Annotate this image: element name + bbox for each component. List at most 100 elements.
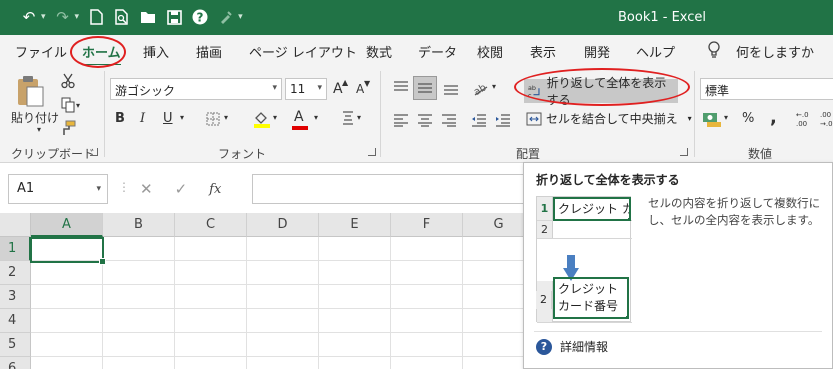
chevron-down-icon[interactable]: ▾: [272, 83, 277, 93]
increase-indent-icon[interactable]: [494, 111, 512, 129]
increase-decimal-icon[interactable]: ←.0.00: [794, 109, 816, 129]
font-size-value: 11: [290, 82, 306, 96]
quick-access-toolbar: ↶ ▾ ↷ ▾ ? ▾: [20, 8, 243, 26]
row-header-1[interactable]: 1: [0, 237, 31, 261]
fill-color-dropdown-icon[interactable]: ▾: [273, 113, 277, 122]
help-icon[interactable]: ?: [191, 8, 209, 26]
align-top-icon[interactable]: [392, 79, 410, 97]
tell-me-search[interactable]: 何をしますか: [736, 42, 814, 61]
redo-icon[interactable]: ↷: [54, 8, 72, 26]
fill-color-icon[interactable]: [252, 109, 272, 129]
paste-icon[interactable]: [14, 73, 46, 109]
font-size-box[interactable]: 11 ▾: [285, 78, 327, 100]
accounting-format-icon[interactable]: [702, 110, 722, 128]
underline-button[interactable]: U: [163, 111, 173, 126]
tab-review[interactable]: 校閲: [477, 42, 503, 61]
wrap-text-button[interactable]: ab c 折り返して全体を表示する: [524, 76, 678, 107]
orientation-icon[interactable]: ab: [472, 79, 490, 97]
phonetic-guide-icon[interactable]: [340, 109, 356, 129]
customize-qat-icon[interactable]: ▾: [238, 12, 243, 22]
tab-help[interactable]: ヘルプ: [636, 42, 675, 61]
column-header-f[interactable]: F: [391, 213, 463, 237]
tab-developer[interactable]: 開発: [584, 42, 610, 61]
font-color-button[interactable]: A: [294, 109, 304, 125]
row-header-4[interactable]: 4: [0, 309, 31, 333]
italic-button[interactable]: I: [140, 111, 145, 126]
align-right-icon[interactable]: [440, 111, 458, 129]
column-header-a[interactable]: A: [31, 213, 103, 237]
open-folder-icon[interactable]: [139, 8, 157, 26]
row-header-3[interactable]: 3: [0, 285, 31, 309]
tab-file[interactable]: ファイル: [15, 42, 67, 61]
formula-bar-resize-handle[interactable]: ⋮: [118, 180, 130, 194]
cancel-icon[interactable]: ✕: [140, 180, 153, 198]
row-header-5[interactable]: 5: [0, 333, 31, 357]
row-header-6[interactable]: 6: [0, 357, 31, 369]
font-name-box[interactable]: 游ゴシック ▾: [110, 78, 282, 100]
borders-icon[interactable]: [205, 111, 221, 127]
shrink-font-button[interactable]: A: [356, 82, 364, 96]
tab-data[interactable]: データ: [418, 42, 457, 61]
merge-dropdown-icon[interactable]: ▾: [688, 114, 692, 123]
copy-dropdown-icon[interactable]: ▾: [76, 101, 80, 110]
bold-button[interactable]: B: [115, 111, 125, 126]
orientation-dropdown-icon[interactable]: ▾: [492, 82, 496, 91]
cut-icon[interactable]: [60, 73, 76, 89]
align-left-icon[interactable]: [392, 111, 410, 129]
phonetic-dropdown-icon[interactable]: ▾: [357, 113, 361, 122]
tab-formulas[interactable]: 数式: [366, 42, 392, 61]
number-format-box[interactable]: 標準: [700, 78, 833, 100]
formula-buttons: ✕ ✓ fx: [132, 174, 250, 204]
copy-icon[interactable]: [60, 97, 76, 113]
column-header-d[interactable]: D: [247, 213, 319, 237]
undo-icon[interactable]: ↶: [20, 8, 38, 26]
format-painter-icon[interactable]: [217, 8, 235, 26]
undo-dropdown-icon[interactable]: ▾: [41, 12, 46, 22]
borders-dropdown-icon[interactable]: ▾: [224, 113, 228, 122]
tab-insert[interactable]: 挿入: [143, 42, 169, 61]
name-box[interactable]: A1 ▾: [8, 174, 108, 204]
chevron-down-icon[interactable]: ▾: [317, 83, 322, 93]
paste-button[interactable]: 貼り付け: [11, 109, 59, 126]
redo-dropdown-icon[interactable]: ▾: [75, 12, 80, 22]
tab-page-layout[interactable]: ページ レイアウト: [249, 42, 357, 61]
tab-home[interactable]: ホーム: [82, 42, 121, 67]
select-all-button[interactable]: [0, 213, 31, 237]
align-middle-icon[interactable]: [413, 76, 437, 100]
merge-center-button[interactable]: セルを結合して中央揃え ▾: [526, 110, 692, 127]
underline-dropdown-icon[interactable]: ▾: [180, 113, 184, 122]
percent-style-button[interactable]: %: [742, 111, 754, 126]
tooltip-description: セルの内容を折り返して複数行にし、セルの全内容を表示します。: [648, 196, 821, 227]
example-after-line-2: カード番号: [558, 299, 619, 313]
enter-icon[interactable]: ✓: [175, 180, 188, 198]
save-icon[interactable]: [165, 8, 183, 26]
tab-view[interactable]: 表示: [530, 42, 556, 61]
column-header-b[interactable]: B: [103, 213, 175, 237]
accounting-dropdown-icon[interactable]: ▾: [724, 113, 728, 122]
active-cell-a1[interactable]: [30, 237, 106, 265]
comma-style-button[interactable]: ,: [770, 107, 777, 128]
font-launcher-icon[interactable]: [368, 148, 376, 156]
chevron-down-icon[interactable]: ▾: [96, 184, 101, 194]
clipboard-launcher-icon[interactable]: [90, 148, 98, 156]
format-painter-icon[interactable]: [60, 120, 76, 136]
row-header-2[interactable]: 2: [0, 261, 31, 285]
paste-dropdown-icon[interactable]: ▾: [37, 125, 41, 134]
name-box-value: A1: [17, 181, 35, 196]
window-title: Book1 - Excel: [618, 10, 707, 25]
new-file-icon[interactable]: [87, 8, 105, 26]
help-icon: ?: [536, 338, 552, 355]
align-bottom-icon[interactable]: [442, 79, 460, 97]
formula-input[interactable]: [252, 174, 552, 204]
font-color-dropdown-icon[interactable]: ▾: [314, 113, 318, 122]
decrease-indent-icon[interactable]: [470, 111, 488, 129]
print-preview-icon[interactable]: [113, 8, 131, 26]
decrease-decimal-icon[interactable]: .00 →.0: [818, 109, 833, 129]
alignment-launcher-icon[interactable]: [680, 148, 688, 156]
insert-function-button[interactable]: fx: [209, 182, 221, 197]
tab-draw[interactable]: 描画: [196, 42, 222, 61]
column-header-c[interactable]: C: [175, 213, 247, 237]
column-header-e[interactable]: E: [319, 213, 391, 237]
tooltip-help-link[interactable]: ? 詳細情報: [536, 338, 608, 355]
align-center-icon[interactable]: [416, 111, 434, 129]
